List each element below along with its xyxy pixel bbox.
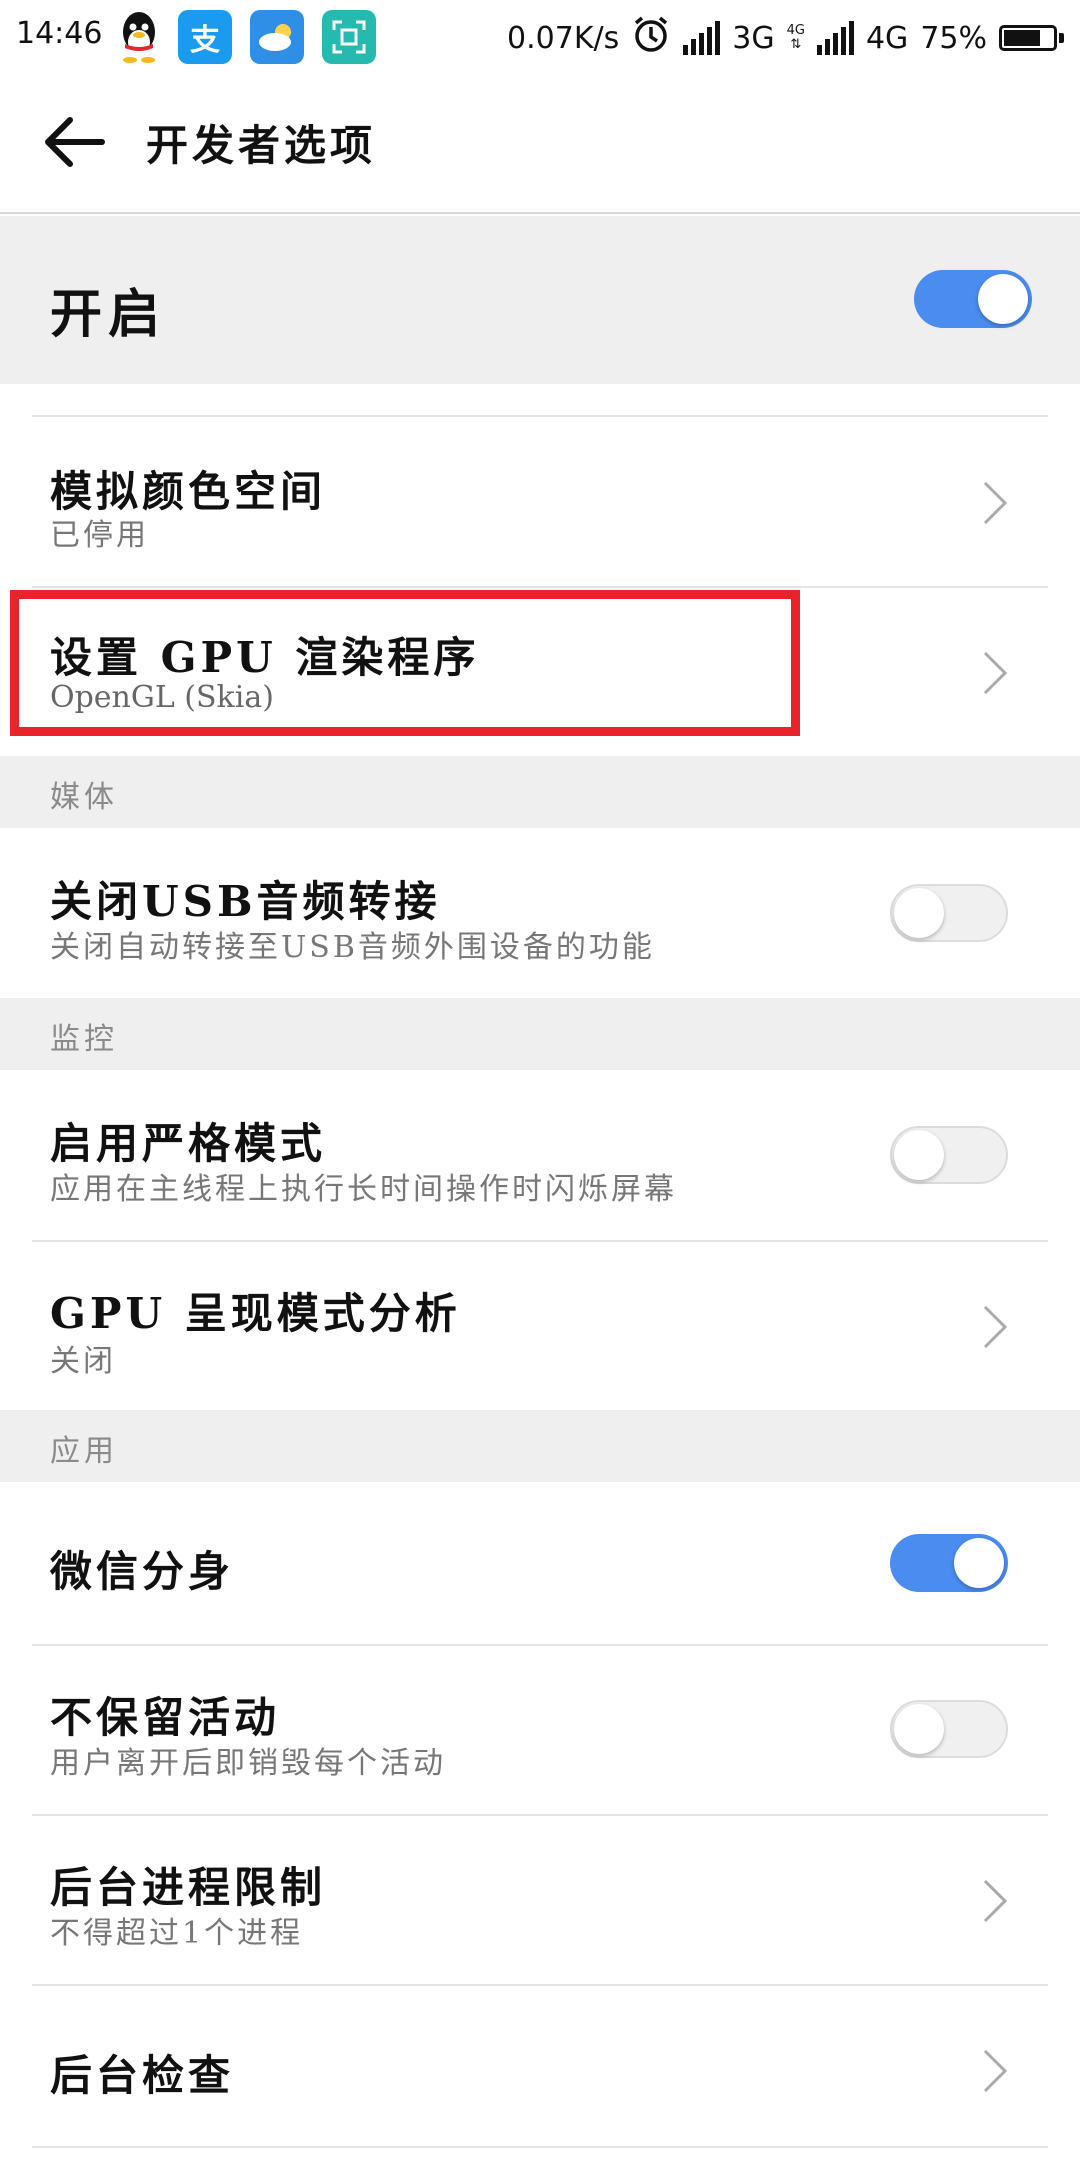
section-label: 媒体 xyxy=(50,780,118,815)
battery-icon xyxy=(999,25,1064,51)
dont-keep-activities-row[interactable]: 不保留活动 用户离开后即销毁每个活动 xyxy=(0,1646,1080,1814)
scanner-icon xyxy=(322,10,376,64)
alarm-icon xyxy=(631,14,671,62)
wechat-clone-row[interactable]: 微信分身 xyxy=(0,1482,1080,1644)
chevron-right-icon xyxy=(983,481,1008,525)
background-check-row[interactable]: 后台检查 xyxy=(0,1986,1080,2146)
divider xyxy=(32,415,1048,417)
signal-icon xyxy=(683,21,721,55)
row-subtitle: 应用在主线程上执行长时间操作时闪烁屏幕 xyxy=(50,1172,677,1207)
wechat-clone-toggle[interactable] xyxy=(890,1534,1008,1592)
weather-icon xyxy=(250,10,304,64)
row-title: GPU 呈现模式分析 xyxy=(50,1289,461,1338)
simulate-color-space-row[interactable]: 模拟颜色空间 已停用 xyxy=(0,418,1080,586)
signal-icon-2 xyxy=(816,21,854,55)
disable-usb-audio-row[interactable]: 关闭USB音频转接 关闭自动转接至USB音频外围设备的功能 xyxy=(0,828,1080,998)
row-subtitle: 用户离开后即销毁每个活动 xyxy=(50,1746,446,1781)
usb-audio-toggle[interactable] xyxy=(890,884,1008,942)
network-type-1: 3G xyxy=(732,20,775,56)
qq-icon xyxy=(112,10,166,64)
dont-keep-activities-toggle[interactable] xyxy=(890,1700,1008,1758)
section-header-apps: 应用 xyxy=(0,1410,1080,1482)
alipay-icon: 支 xyxy=(178,10,232,64)
battery-percent: 75% xyxy=(920,20,987,56)
status-bar: 14:46 支 0.07K/s 3G 4G ⇅ 4G 75% xyxy=(0,0,1080,72)
chevron-right-icon xyxy=(983,1879,1008,1923)
row-subtitle: 不得超过1个进程 xyxy=(50,1916,304,1951)
status-time: 14:46 xyxy=(16,16,103,51)
page-title: 开发者选项 xyxy=(146,121,377,170)
back-arrow-icon[interactable] xyxy=(40,112,110,172)
row-subtitle: 关闭 xyxy=(50,1344,116,1379)
chevron-right-icon xyxy=(983,2049,1008,2093)
row-title: 后台进程限制 xyxy=(50,1863,327,1912)
red-highlight-box xyxy=(10,590,800,736)
master-toggle[interactable] xyxy=(914,270,1032,328)
chevron-right-icon xyxy=(983,651,1008,695)
strict-mode-toggle[interactable] xyxy=(890,1126,1008,1184)
section-label: 监控 xyxy=(50,1022,118,1057)
row-subtitle: 已停用 xyxy=(50,518,149,553)
network-mini-label: 4G xyxy=(786,23,805,38)
row-title: 后台检查 xyxy=(50,2051,235,2100)
master-switch-label: 开启 xyxy=(50,284,167,345)
app-bar: 开发者选项 xyxy=(0,72,1080,214)
developer-options-switch-row[interactable]: 开启 xyxy=(0,216,1080,384)
chevron-right-icon xyxy=(983,1305,1008,1349)
background-process-limit-row[interactable]: 后台进程限制 不得超过1个进程 xyxy=(0,1816,1080,1984)
network-speed: 0.07K/s xyxy=(507,20,620,56)
row-subtitle: 关闭自动转接至USB音频外围设备的功能 xyxy=(50,930,655,965)
strict-mode-row[interactable]: 启用严格模式 应用在主线程上执行长时间操作时闪烁屏幕 xyxy=(0,1070,1080,1240)
row-title: 启用严格模式 xyxy=(50,1119,327,1168)
data-arrows-icon: 4G ⇅ xyxy=(786,23,805,52)
section-header-monitoring: 监控 xyxy=(0,998,1080,1070)
section-header-media: 媒体 xyxy=(0,756,1080,828)
row-title: 微信分身 xyxy=(50,1547,235,1596)
row-title: 不保留活动 xyxy=(50,1693,281,1742)
network-type-2: 4G xyxy=(865,20,909,56)
row-title: 关闭USB音频转接 xyxy=(50,877,441,926)
section-label: 应用 xyxy=(50,1434,118,1469)
divider xyxy=(32,2146,1048,2148)
gpu-profile-row[interactable]: GPU 呈现模式分析 关闭 xyxy=(0,1242,1080,1410)
